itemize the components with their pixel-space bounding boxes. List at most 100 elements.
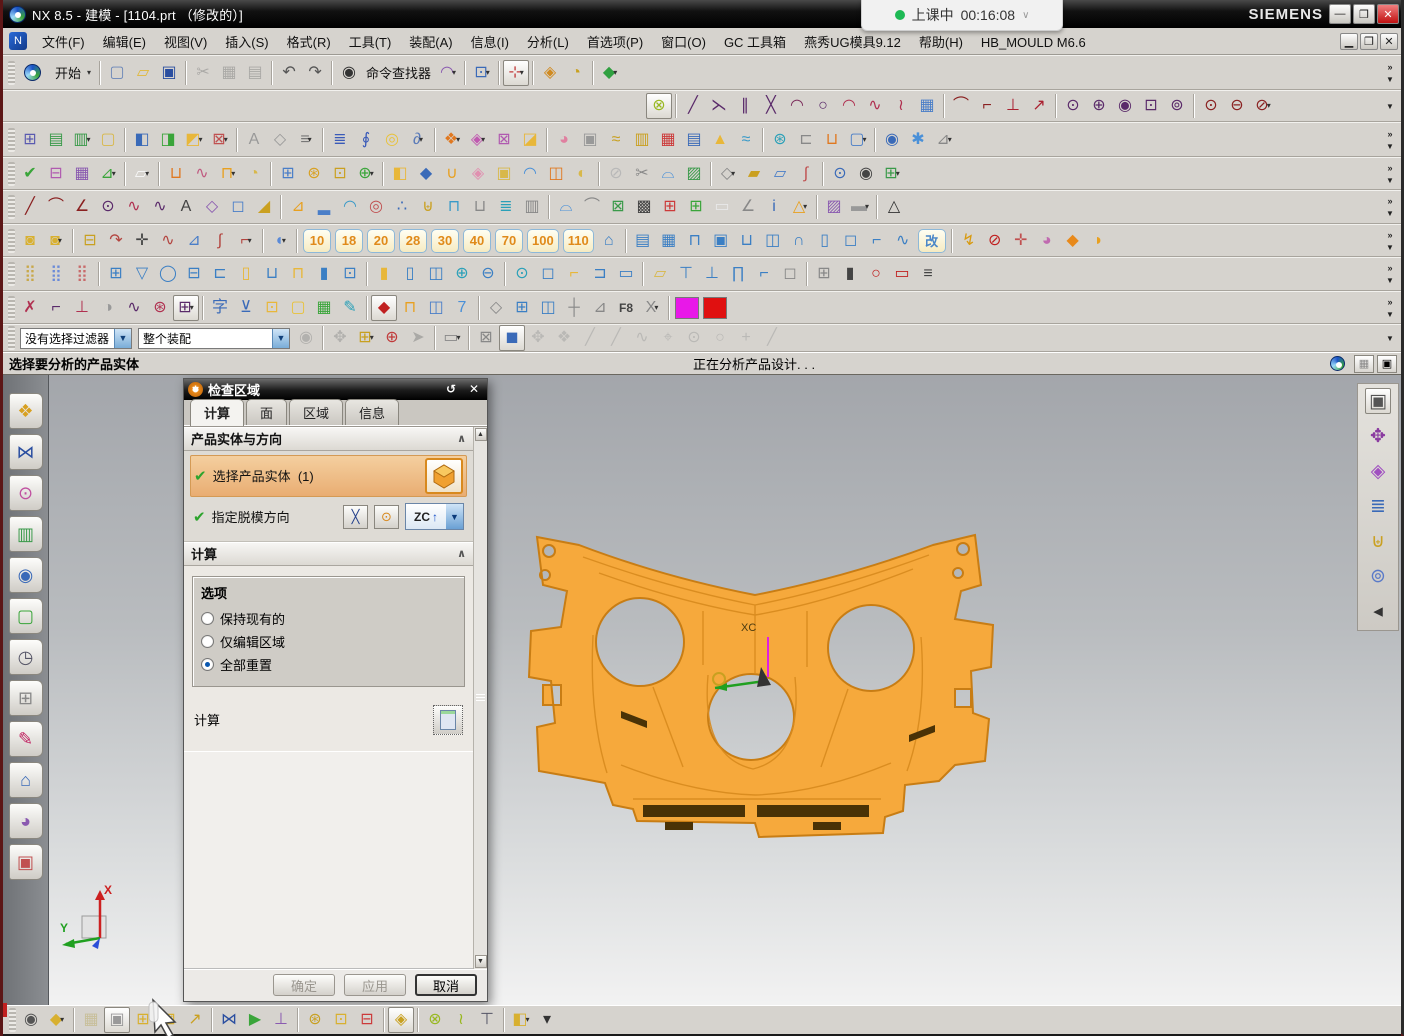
toolbar-icon[interactable]: ▩ xyxy=(631,194,657,220)
toolbar-icon[interactable]: ◕ xyxy=(551,127,577,153)
toolbar-icon[interactable]: ▾ xyxy=(534,1007,560,1033)
toolbar-icon[interactable]: ⌐▾ xyxy=(233,228,259,254)
toolbar-icon[interactable]: ⊡ xyxy=(327,161,353,187)
toolbar-icon[interactable]: ▤ xyxy=(681,127,707,153)
toolbar-icon[interactable]: ◧▾ xyxy=(508,1007,534,1033)
toolbar-icon[interactable]: ▭ xyxy=(889,261,915,287)
menu-item[interactable]: HB_MOULD M6.6 xyxy=(972,32,1095,53)
toolbar-overflow[interactable]: »▼ xyxy=(1382,196,1398,218)
toolbar-icon[interactable]: ◈ xyxy=(537,60,563,86)
toolbar-icon[interactable]: ▢ xyxy=(285,295,311,321)
toolbar-icon[interactable]: ↯ xyxy=(956,228,982,254)
size-button-100[interactable]: 100 xyxy=(527,229,559,253)
graphics-area[interactable]: ❖⋈⊙▥◉▢◷⊞✎⌂◕▣ xyxy=(3,375,1401,1005)
toolbar-icon[interactable]: ◎ xyxy=(363,194,389,220)
toolbar-icon[interactable]: ⊞ xyxy=(657,194,683,220)
toolbar-icon[interactable]: ◫ xyxy=(423,295,449,321)
toolbar-icon[interactable]: ≀ xyxy=(448,1007,474,1033)
toolbar-icon[interactable]: ⊛ xyxy=(147,295,173,321)
toolbar-icon[interactable]: ⊛ xyxy=(767,127,793,153)
dropdown-arrow-icon[interactable]: ▾ xyxy=(370,334,374,342)
ok-button[interactable]: 确定 xyxy=(273,974,335,996)
toolbar-icon[interactable]: ⊞ xyxy=(509,295,535,321)
toolbar-icon[interactable]: ⊥ xyxy=(69,295,95,321)
toolbar-icon[interactable]: ⊠ xyxy=(491,127,517,153)
dropdown-arrow-icon[interactable]: ▾ xyxy=(452,69,456,77)
toolbar-icon[interactable]: ✛ xyxy=(129,228,155,254)
toolbar-icon[interactable]: ⊔ xyxy=(163,161,189,187)
toolbar-icon[interactable]: ⣿ xyxy=(43,261,69,287)
toolbar-icon[interactable]: ⊛ xyxy=(301,161,327,187)
toolbar-icon[interactable]: ⊗ xyxy=(422,1007,448,1033)
menu-item[interactable]: 窗口(O) xyxy=(652,32,715,53)
toolbar-icon[interactable]: ▢▾ xyxy=(845,127,871,153)
toolbar-icon[interactable]: ⌒ xyxy=(948,93,974,119)
size-button-20[interactable]: 20 xyxy=(367,229,395,253)
toolbar-icon[interactable]: ⊚ xyxy=(1164,93,1190,119)
toolbar-icon[interactable]: ⊡ xyxy=(337,261,363,287)
scroll-grip[interactable] xyxy=(475,694,487,701)
toolbar-icon[interactable]: ∴ xyxy=(389,194,415,220)
toolbar-icon[interactable]: ⊛ xyxy=(302,1007,328,1033)
dropdown-arrow-icon[interactable]: ▾ xyxy=(863,136,867,144)
f8-view-button[interactable]: F8 xyxy=(613,295,639,321)
toolbar-icon[interactable]: ◩▾ xyxy=(181,127,207,153)
toolbar-icon[interactable]: ⊗ xyxy=(646,93,672,119)
toolbar-icon[interactable]: ⊿▾ xyxy=(931,127,957,153)
radio-icon[interactable] xyxy=(201,612,214,625)
toolbar-icon[interactable]: ⊏ xyxy=(793,127,819,153)
restore-view-icon[interactable]: ▣ xyxy=(1365,388,1391,414)
toolbar-icon[interactable]: ◆▾ xyxy=(597,60,623,86)
toolbar-icon[interactable]: ▱ xyxy=(130,60,156,86)
toolbar-icon[interactable]: ∿ xyxy=(155,228,181,254)
resource-tab-constraint-navigator[interactable]: ⋈ xyxy=(9,434,43,470)
toolbar-icon[interactable]: ∥ xyxy=(732,93,758,119)
toolbar-icon[interactable]: ○ xyxy=(863,261,889,287)
toolbar-icon[interactable]: ╱ xyxy=(680,93,706,119)
dropdown-arrow-icon[interactable]: ▾ xyxy=(456,136,460,144)
dropdown-arrow-icon[interactable]: ▾ xyxy=(654,304,658,312)
toolbar-icon[interactable]: ◫ xyxy=(543,161,569,187)
toolbar-icon[interactable]: ⊟ xyxy=(354,1007,380,1033)
toolbar-icon[interactable]: ◠ xyxy=(517,161,543,187)
toolbar-icon[interactable]: ∠ xyxy=(69,194,95,220)
toolbar-icon[interactable]: ⊓ xyxy=(682,228,708,254)
sequence-icon[interactable]: ≣ xyxy=(1365,493,1391,519)
dropdown-arrow-icon[interactable]: ▾ xyxy=(60,1016,64,1024)
resource-tab-internet-explorer[interactable]: ◉ xyxy=(9,557,43,593)
toolbar-icon[interactable]: ⊙ xyxy=(681,325,707,351)
toolbar-icon[interactable]: ▱ xyxy=(767,161,793,187)
color-swatch[interactable] xyxy=(675,297,699,319)
select-body-button[interactable] xyxy=(425,458,463,494)
toolbar-icon[interactable]: ▽ xyxy=(129,261,155,287)
menu-item[interactable]: 视图(V) xyxy=(155,32,216,53)
section-header-calculate[interactable]: 计算∧ xyxy=(184,542,473,566)
tube-icon[interactable]: ⊚ xyxy=(1365,563,1391,589)
select-product-body-row[interactable]: ✔ 选择产品实体 (1) xyxy=(190,455,467,497)
toolbar-icon[interactable]: ⊔ xyxy=(467,194,493,220)
toolbar-icon[interactable]: ◉ xyxy=(18,1007,44,1033)
toolbar-icon[interactable]: ⊥ xyxy=(1000,93,1026,119)
toolbar-icon[interactable]: ◫ xyxy=(760,228,786,254)
toolbar-icon[interactable]: ⊔ xyxy=(734,228,760,254)
toolbar-icon[interactable]: ⌒ xyxy=(43,194,69,220)
toolbar-icon[interactable]: ▥▾ xyxy=(69,127,95,153)
toolbar-icon[interactable]: ≣ xyxy=(493,194,519,220)
dialog-tab-3[interactable]: 区域 xyxy=(289,399,343,425)
toolbar-icon[interactable]: ≣ xyxy=(327,127,353,153)
toolbar-icon[interactable]: ◻ xyxy=(535,261,561,287)
resource-tab-system-materials[interactable]: ⌂ xyxy=(9,762,43,798)
toolbar-icon[interactable]: ▢ xyxy=(95,127,121,153)
toolbar-icon[interactable]: ◫ xyxy=(423,261,449,287)
toolbar-icon[interactable]: ⊿ xyxy=(181,228,207,254)
toolbar-icon[interactable]: ⣿ xyxy=(17,261,43,287)
toolbar-icon[interactable]: ⌓ xyxy=(553,194,579,220)
toolbar-icon[interactable]: ⋋ xyxy=(706,93,732,119)
dropdown-arrow-icon[interactable]: ▾ xyxy=(613,69,617,77)
toolbar-icon[interactable]: ▨ xyxy=(681,161,707,187)
toolbar-icon[interactable]: ◉ xyxy=(879,127,905,153)
toolbar-icon[interactable]: ▣ xyxy=(104,1007,130,1033)
toolbar-icon[interactable]: ╱ xyxy=(17,194,43,220)
scroll-up-icon[interactable]: ▲ xyxy=(475,428,487,441)
radio-option[interactable]: 全部重置 xyxy=(201,653,456,676)
